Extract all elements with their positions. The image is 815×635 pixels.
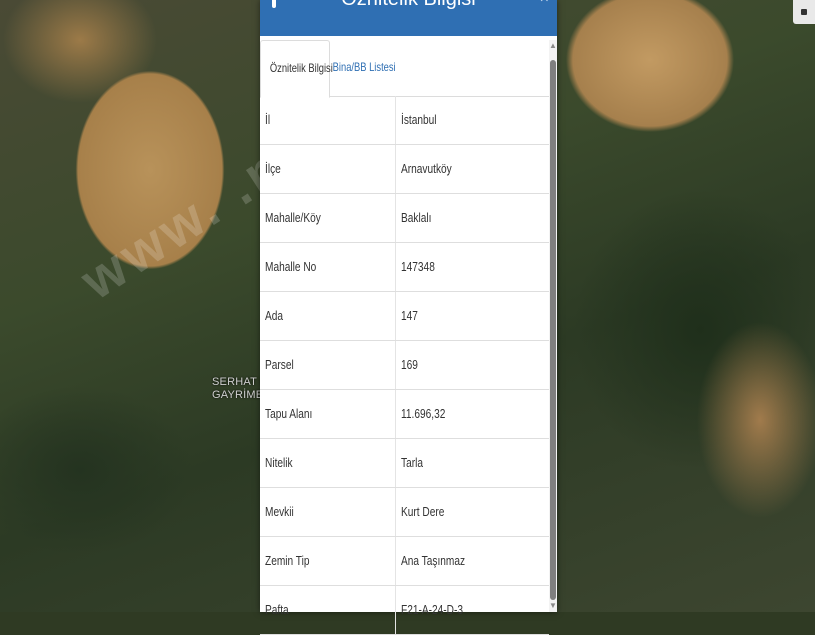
- attribute-key: Pafta: [265, 602, 289, 617]
- tab-label: Öznitelik Bilgisi: [269, 61, 333, 75]
- attribute-key: Nitelik: [265, 455, 293, 470]
- panel-title: Öznitelik Bilgisi: [260, 0, 557, 11]
- attribute-key: Zemin Tip: [265, 553, 310, 568]
- attribute-key: İlçe: [265, 161, 281, 176]
- table-row: Ada 147: [260, 292, 549, 341]
- attribute-table: İl İstanbul İlçe Arnavutköy Mahalle/Köy Bakla…: [260, 96, 549, 635]
- scrollbar[interactable]: ▲ ▼: [549, 40, 557, 612]
- attribute-key: Mahalle No: [265, 259, 317, 274]
- attribute-value: 11.696,32: [401, 406, 446, 421]
- tab-bar: Öznitelik Bilgisi Bina/BB Listesi: [260, 40, 549, 98]
- tab-attribute-info[interactable]: Öznitelik Bilgisi: [260, 40, 333, 98]
- column-divider: [395, 439, 396, 487]
- column-divider: [395, 390, 396, 438]
- attribute-value: Ana Taşınmaz: [401, 553, 466, 568]
- column-divider: [395, 145, 396, 193]
- scroll-down-arrow-icon[interactable]: ▼: [549, 600, 557, 612]
- attribute-key: Mevkii: [265, 504, 294, 519]
- table-row: Mevkii Kurt Dere: [260, 488, 549, 537]
- square-icon: [801, 9, 807, 15]
- table-row: Mahalle/Köy Baklalı: [260, 194, 549, 243]
- table-row: Zemin Tip Ana Taşınmaz: [260, 537, 549, 586]
- panel-header: Öznitelik Bilgisi ×: [260, 0, 557, 36]
- attribute-value: Baklalı: [401, 210, 432, 225]
- column-divider: [395, 194, 396, 242]
- attribute-key: Ada: [265, 308, 284, 323]
- column-divider: [395, 341, 396, 389]
- column-divider: [395, 243, 396, 291]
- attribute-value: İstanbul: [401, 112, 437, 127]
- close-icon[interactable]: ×: [540, 0, 549, 8]
- tab-building-list[interactable]: Bina/BB Listesi: [328, 40, 400, 95]
- attribute-value: 147: [401, 308, 418, 323]
- attribute-value: 147348: [401, 259, 435, 274]
- column-divider: [395, 96, 396, 144]
- attribute-info-panel: Öznitelik Bilgisi × Öznitelik Bilgisi Bi…: [260, 0, 557, 635]
- scroll-up-arrow-icon[interactable]: ▲: [549, 40, 557, 52]
- map-control-button[interactable]: [793, 0, 815, 24]
- attribute-value: Kurt Dere: [401, 504, 445, 519]
- column-divider: [395, 586, 396, 634]
- attribute-key: İl: [265, 112, 271, 127]
- table-row: İlçe Arnavutköy: [260, 145, 549, 194]
- attribute-value: Arnavutköy: [401, 161, 452, 176]
- scroll-thumb[interactable]: [550, 60, 556, 600]
- column-divider: [395, 537, 396, 585]
- attribute-key: Mahalle/Köy: [265, 210, 321, 225]
- attribute-key: Parsel: [265, 357, 294, 372]
- table-row: Pafta F21-A-24-D-3: [260, 586, 549, 635]
- table-row: Mahalle No 147348: [260, 243, 549, 292]
- table-row: Parsel 169: [260, 341, 549, 390]
- column-divider: [395, 488, 396, 536]
- attribute-key: Tapu Alanı: [265, 406, 313, 421]
- attribute-value: F21-A-24-D-3: [401, 602, 463, 617]
- attribute-value: 169: [401, 357, 418, 372]
- column-divider: [395, 292, 396, 340]
- table-row: İl İstanbul: [260, 96, 549, 145]
- attribute-value: Tarla: [401, 455, 423, 470]
- table-row: Nitelik Tarla: [260, 439, 549, 488]
- table-row: Tapu Alanı 11.696,32: [260, 390, 549, 439]
